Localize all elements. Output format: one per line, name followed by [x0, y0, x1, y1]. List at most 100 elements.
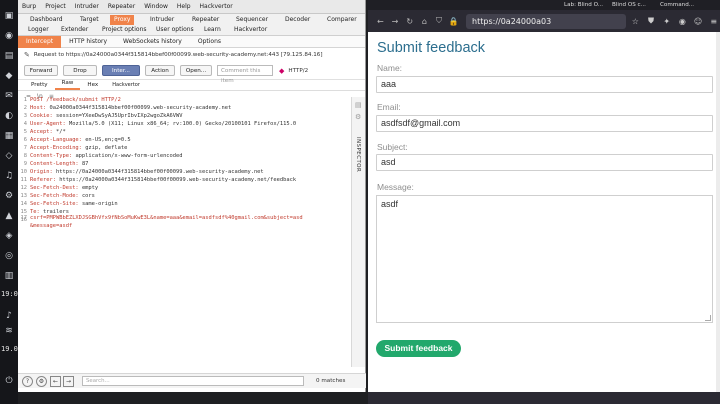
app-icon[interactable]: ⚙ — [3, 190, 15, 202]
tab-hackvertor[interactable]: Hackvertor — [230, 25, 271, 35]
submit-feedback-button[interactable]: Submit feedback — [376, 340, 461, 357]
bookmark-star-icon[interactable]: ☆ — [629, 17, 642, 26]
settings-icon[interactable]: ⚙ — [36, 375, 47, 387]
page-title: Submit feedback — [377, 40, 486, 56]
power-icon[interactable]: ⏻ — [3, 375, 15, 387]
tab-extender[interactable]: Extender — [57, 25, 92, 35]
subject-label: Subject: — [377, 142, 408, 152]
intercept-toggle-button[interactable]: Inter... — [102, 65, 140, 76]
app-icon[interactable]: ▤ — [3, 50, 15, 62]
tab-user-options[interactable]: User options — [152, 25, 198, 35]
view-pretty[interactable]: Pretty — [24, 81, 55, 90]
app-icon[interactable]: ◐ — [3, 110, 15, 122]
drop-button[interactable]: Drop — [63, 65, 97, 76]
home-icon[interactable]: ⌂ — [418, 17, 431, 26]
menu-repeater[interactable]: Repeater — [108, 3, 135, 10]
request-info: Request to https://0a24000a0344f315814bb… — [33, 52, 323, 58]
app-icon[interactable]: ◇ — [3, 150, 15, 162]
message-textarea[interactable]: asdf — [376, 195, 713, 323]
burp-tool-tabs: Dashboard Target Proxy Intruder Repeater… — [18, 14, 365, 36]
request-line: 11 Referer: https://0a24000a0344f315814bb… — [20, 177, 297, 183]
email-input[interactable]: asdfsdf@gmail.com — [376, 115, 713, 132]
comment-input[interactable]: Comment this item — [217, 65, 273, 84]
inspector-settings-icon[interactable]: ⚙ — [355, 113, 361, 121]
inspector-label[interactable]: INSPECTOR — [355, 137, 361, 172]
resize-handle[interactable] — [705, 315, 711, 321]
subtab-options[interactable]: Options — [190, 36, 229, 48]
foxyproxy-icon[interactable]: ◉ — [676, 17, 689, 26]
menu-window[interactable]: Window — [144, 3, 168, 10]
subtab-http-history[interactable]: HTTP history — [61, 36, 115, 48]
app-icon[interactable]: ✉ — [3, 90, 15, 102]
pencil-icon: ✎ — [24, 51, 30, 59]
subtab-websockets-history[interactable]: WebSockets history — [115, 36, 190, 48]
request-info-bar: ✎ Request to https://0a24000a0344f315814… — [18, 48, 365, 62]
network-icon[interactable]: ≋ — [3, 325, 15, 337]
app-icon[interactable]: ◎ — [3, 250, 15, 262]
forward-button[interactable]: Forward — [24, 65, 58, 76]
name-input[interactable]: aaa — [376, 76, 713, 93]
app-icon[interactable]: ♫ — [3, 170, 15, 182]
request-line: 10 Origin: https://0a24000a0344f315814bbe… — [20, 169, 264, 175]
intercept-toolbar: Forward Drop Inter... Action Open... Com… — [18, 62, 365, 84]
forward-icon[interactable]: → — [389, 17, 402, 26]
app-icon[interactable]: ▥ — [3, 270, 15, 282]
tab-target[interactable]: Target — [76, 15, 103, 25]
next-arrow-icon[interactable]: → — [63, 375, 74, 387]
app-icon[interactable]: ◉ — [3, 30, 15, 42]
reload-icon[interactable]: ↻ — [403, 17, 416, 26]
tab-sequencer[interactable]: Sequencer — [232, 15, 272, 25]
tab-proxy[interactable]: Proxy — [110, 15, 135, 25]
browser-tab[interactable]: Command... — [652, 0, 694, 10]
app-icon[interactable]: ▣ — [3, 10, 15, 22]
tab-comparer[interactable]: Comparer — [323, 15, 361, 25]
browser-toolbar: ← → ↻ ⌂ ⛉ 🔒 https://0a24000a03 ☆ ⛊ ✦ ◉ ☺… — [368, 10, 720, 32]
subject-input[interactable]: asd — [376, 154, 713, 171]
request-line: 6 Accept-Language: en-US,en;q=0.5 — [23, 137, 131, 143]
back-icon[interactable]: ← — [374, 17, 387, 26]
tab-repeater[interactable]: Repeater — [188, 15, 223, 25]
tab-logger[interactable]: Logger — [24, 25, 53, 35]
search-input[interactable]: Search... — [82, 376, 304, 386]
view-raw[interactable]: Raw — [54, 79, 81, 90]
pocket-icon[interactable]: ⛊ — [645, 16, 658, 26]
menu-project[interactable]: Project — [45, 3, 66, 10]
app-menu-icon[interactable]: ≡ — [707, 17, 720, 26]
request-editor[interactable]: 1 POST /feedback/submit HTTP/2 2 Host: 0a2… — [18, 97, 352, 367]
action-button[interactable]: Action — [145, 65, 175, 76]
highlight-icon[interactable]: ◆ — [279, 67, 284, 75]
app-icon[interactable]: ▦ — [3, 130, 15, 142]
account-icon[interactable]: ☺ — [692, 17, 705, 26]
tab-dashboard[interactable]: Dashboard — [26, 15, 67, 25]
page-scrollbar[interactable] — [716, 32, 720, 392]
tab-decoder[interactable]: Decoder — [281, 15, 314, 25]
os-dock: ▣ ◉ ▤ ◆ ✉ ◐ ▦ ◇ ♫ ⚙ ▲ ◈ ◎ ▥ 19:04 ♪ ≋ 19… — [0, 0, 22, 404]
menu-burp[interactable]: Burp — [22, 3, 36, 10]
subtab-intercept[interactable]: Intercept — [18, 35, 62, 48]
request-line: 7 Accept-Encoding: gzip, deflate — [23, 145, 128, 151]
app-icon[interactable]: ◈ — [3, 230, 15, 242]
feedback-page: Submit feedback Name: aaa Email: asdfsdf… — [368, 32, 720, 404]
menu-intruder[interactable]: Intruder — [75, 3, 99, 10]
url-bar[interactable]: https://0a24000a03 — [466, 13, 627, 29]
tab-intruder[interactable]: Intruder — [146, 15, 178, 25]
help-icon[interactable]: ? — [22, 375, 33, 387]
view-hex[interactable]: Hex — [80, 81, 105, 90]
volume-icon[interactable]: ♪ — [3, 310, 15, 322]
browser-tab[interactable]: Blind OS c... — [604, 0, 646, 10]
shield-icon[interactable]: ⛉ — [433, 16, 446, 26]
request-line: 1 POST /feedback/submit HTTP/2 — [23, 97, 121, 103]
app-icon[interactable]: ▲ — [3, 210, 15, 222]
inspector-collapse-icon[interactable]: ▤ — [355, 101, 362, 109]
extension-icon[interactable]: ✦ — [660, 17, 673, 26]
previous-arrow-icon[interactable]: ← — [50, 375, 61, 387]
menu-help[interactable]: Help — [177, 3, 191, 10]
tab-learn[interactable]: Learn — [200, 25, 225, 35]
browser-tab[interactable]: Lab: Blind O... — [556, 0, 603, 10]
tab-project-options[interactable]: Project options — [98, 25, 151, 35]
open-browser-button[interactable]: Open... — [180, 65, 212, 76]
browser-footer — [368, 392, 720, 404]
request-line: 3 Cookie: session=YXeeDwSyAJ5UprIbvIXp2wg… — [23, 113, 183, 119]
app-icon[interactable]: ◆ — [3, 70, 15, 82]
menu-hackvertor[interactable]: Hackvertor — [200, 3, 233, 10]
